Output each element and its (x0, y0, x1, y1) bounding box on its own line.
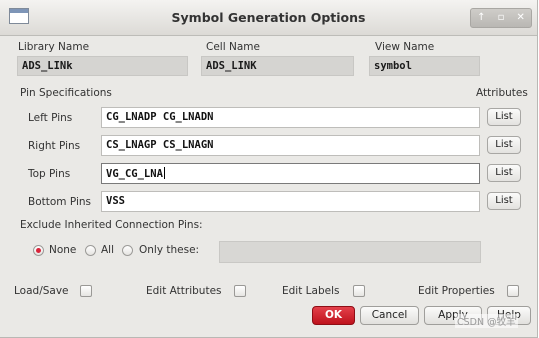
bottom-pins-label: Bottom Pins (28, 196, 91, 208)
library-name-field: ADS_LINk (17, 56, 188, 76)
attributes-label: Attributes (476, 87, 528, 99)
edit-properties-checkbox[interactable] (507, 285, 519, 297)
radio-none[interactable] (33, 245, 44, 256)
dialog-window: Symbol Generation Options ↑ ▫ ✕ Library … (0, 0, 538, 338)
view-name-label: View Name (375, 41, 435, 53)
restore-icon[interactable]: ▫ (498, 13, 505, 23)
window-controls: ↑ ▫ ✕ (470, 8, 532, 28)
radio-all-label: All (101, 244, 115, 256)
only-these-input (219, 241, 481, 263)
top-pins-label: Top Pins (28, 168, 71, 180)
exclude-inherited-label: Exclude Inherited Connection Pins: (20, 219, 203, 231)
text-caret (163, 167, 165, 179)
load-save-checkbox[interactable] (80, 285, 92, 297)
watermark-text: CSDN @牧羊 (455, 314, 518, 328)
radio-none-label: None (49, 244, 77, 256)
view-name-field: symbol (369, 56, 480, 76)
top-pins-input[interactable]: VG_CG_LNA (101, 163, 480, 184)
cell-name-field: ADS_LINK (201, 56, 354, 76)
right-pins-list-button[interactable]: List (487, 136, 521, 154)
cancel-button[interactable]: Cancel (360, 306, 419, 325)
close-icon[interactable]: ✕ (517, 13, 525, 23)
radio-only-these[interactable] (122, 245, 133, 256)
edit-attributes-checkbox[interactable] (234, 285, 246, 297)
radio-all[interactable] (85, 245, 96, 256)
left-pins-list-button[interactable]: List (487, 108, 521, 126)
bottom-pins-input[interactable]: VSS (101, 191, 480, 212)
top-pins-list-button[interactable]: List (487, 164, 521, 182)
load-save-label: Load/Save (14, 285, 69, 297)
window-title: Symbol Generation Options (171, 10, 366, 25)
right-pins-input[interactable]: CS_LNAGP CS_LNAGN (101, 135, 480, 156)
radio-only-these-label: Only these: (139, 244, 200, 256)
pin-specifications-label: Pin Specifications (20, 87, 112, 99)
right-pins-label: Right Pins (28, 140, 81, 152)
maximize-up-icon[interactable]: ↑ (477, 13, 485, 23)
title-bar[interactable]: Symbol Generation Options ↑ ▫ ✕ (0, 0, 537, 36)
edit-attributes-label: Edit Attributes (146, 285, 222, 297)
cell-name-label: Cell Name (206, 41, 260, 53)
bottom-pins-list-button[interactable]: List (487, 192, 521, 210)
edit-properties-label: Edit Properties (418, 285, 495, 297)
edit-labels-label: Edit Labels (282, 285, 340, 297)
left-pins-label: Left Pins (28, 112, 73, 124)
top-pins-value: VG_CG_LNA (106, 168, 163, 180)
library-name-label: Library Name (18, 41, 90, 53)
left-pins-input[interactable]: CG_LNADP CG_LNADN (101, 107, 480, 128)
edit-labels-checkbox[interactable] (353, 285, 365, 297)
ok-button[interactable]: OK (312, 306, 355, 325)
